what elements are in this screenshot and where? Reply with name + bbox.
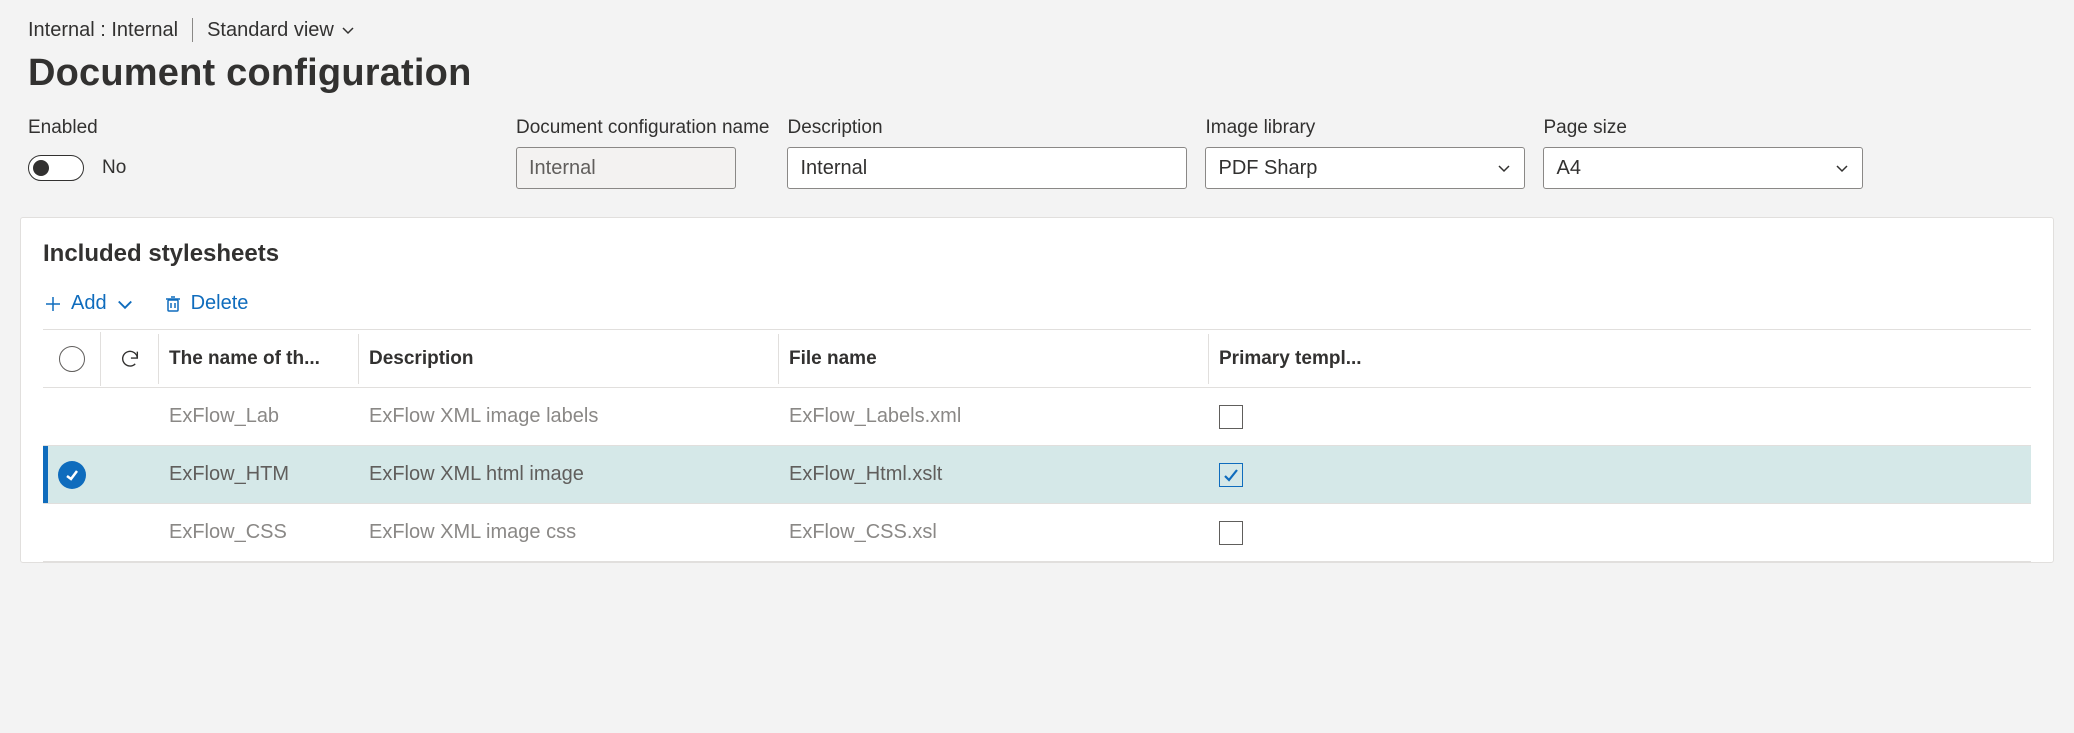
add-button[interactable]: Add — [43, 292, 135, 315]
row-description: ExFlow XML html image — [359, 449, 779, 500]
row-refresh-cell — [101, 519, 159, 547]
stylesheets-panel-title: Included stylesheets — [21, 218, 2053, 276]
image-library-select[interactable]: PDF Sharp — [1205, 147, 1525, 189]
enabled-value-text: No — [102, 157, 126, 179]
row-primary-cell[interactable] — [1209, 391, 2031, 443]
primary-checkbox[interactable] — [1219, 521, 1243, 545]
trash-icon — [163, 294, 183, 314]
table-row[interactable]: ExFlow_LabExFlow XML image labelsExFlow_… — [43, 388, 2031, 446]
view-switcher-label: Standard view — [207, 19, 334, 42]
refresh-icon — [119, 348, 141, 370]
row-select[interactable] — [43, 447, 101, 503]
config-name-label: Document configuration name — [516, 117, 769, 139]
row-name: ExFlow_HTM — [159, 449, 359, 500]
table-row[interactable]: ExFlow_CSSExFlow XML image cssExFlow_CSS… — [43, 504, 2031, 562]
chevron-down-icon — [340, 22, 356, 38]
row-description: ExFlow XML image labels — [359, 391, 779, 442]
row-name: ExFlow_Lab — [159, 391, 359, 442]
stylesheets-grid: The name of th... Description File name … — [43, 329, 2031, 562]
image-library-label: Image library — [1205, 117, 1525, 139]
col-description[interactable]: Description — [359, 334, 779, 384]
primary-checkbox[interactable] — [1219, 405, 1243, 429]
row-refresh-cell — [101, 461, 159, 489]
page-title: Document configuration — [20, 48, 2054, 111]
enabled-toggle[interactable] — [28, 155, 84, 181]
col-primary[interactable]: Primary templ... — [1209, 334, 2031, 384]
add-button-label: Add — [71, 292, 107, 315]
page-size-label: Page size — [1543, 117, 1863, 139]
stylesheets-panel: Included stylesheets Add Delete The name… — [20, 217, 2054, 563]
col-name[interactable]: The name of th... — [159, 334, 359, 384]
check-icon — [1222, 466, 1240, 484]
page-size-select[interactable]: A4 — [1543, 147, 1863, 189]
row-file-name: ExFlow_Html.xslt — [779, 449, 1209, 500]
description-value: Internal — [800, 157, 867, 180]
check-icon — [58, 461, 86, 489]
config-name-input[interactable]: Internal — [516, 147, 736, 189]
row-select[interactable] — [43, 519, 101, 547]
grid-header: The name of th... Description File name … — [43, 330, 2031, 388]
row-select[interactable] — [43, 403, 101, 431]
refresh-column[interactable] — [101, 334, 159, 384]
chevron-down-icon — [1496, 160, 1512, 176]
breadcrumb-divider — [192, 18, 193, 42]
description-input[interactable]: Internal — [787, 147, 1187, 189]
breadcrumb: Internal : Internal — [28, 19, 178, 42]
row-file-name: ExFlow_CSS.xsl — [779, 507, 1209, 558]
row-refresh-cell — [101, 403, 159, 431]
row-file-name: ExFlow_Labels.xml — [779, 391, 1209, 442]
row-primary-cell[interactable] — [1209, 507, 2031, 559]
plus-icon — [43, 294, 63, 314]
delete-button-label: Delete — [191, 292, 249, 315]
enabled-label: Enabled — [28, 117, 498, 139]
chevron-down-icon — [1834, 160, 1850, 176]
page-size-value: A4 — [1556, 157, 1580, 180]
row-name: ExFlow_CSS — [159, 507, 359, 558]
select-all-cell[interactable] — [43, 332, 101, 386]
chevron-down-icon — [115, 294, 135, 314]
row-description: ExFlow XML image css — [359, 507, 779, 558]
table-row[interactable]: ExFlow_HTMExFlow XML html imageExFlow_Ht… — [43, 446, 2031, 504]
description-label: Description — [787, 117, 1187, 139]
delete-button[interactable]: Delete — [163, 292, 249, 315]
row-primary-cell[interactable] — [1209, 449, 2031, 501]
col-file-name[interactable]: File name — [779, 334, 1209, 384]
primary-checkbox[interactable] — [1219, 463, 1243, 487]
config-name-value: Internal — [529, 157, 596, 180]
view-switcher[interactable]: Standard view — [207, 19, 356, 42]
image-library-value: PDF Sharp — [1218, 157, 1317, 180]
